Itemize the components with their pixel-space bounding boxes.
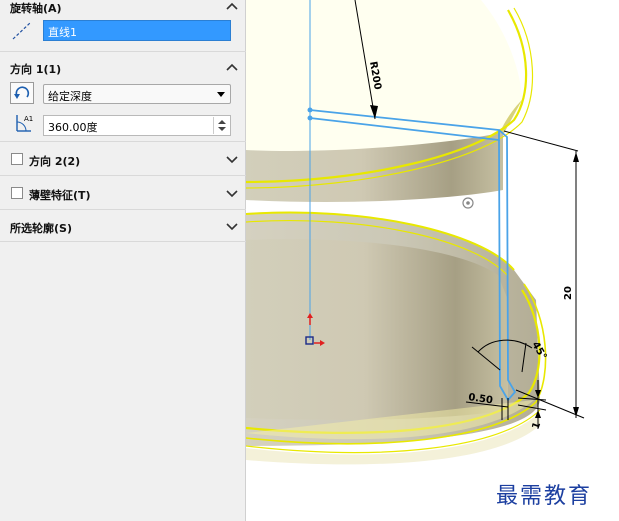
property-manager-panel: 旋转轴(A) 直线1 方向 1(1) 给定深度 A1 360.00度 方向 2(… [0,0,246,521]
chevron-down-icon [217,92,225,97]
direction2-section-title[interactable]: 方向 2(2) [29,153,80,169]
chevron-down-icon[interactable] [226,220,238,232]
angle-value: 360.00度 [48,121,98,134]
height-dimension[interactable]: 20 [563,286,574,300]
axis-section: 旋转轴(A) 直线1 [0,0,246,52]
direction2-checkbox[interactable] [11,153,23,165]
angle-spinner[interactable] [213,117,229,134]
direction1-section: 方向 1(1) 给定深度 A1 360.00度 [0,52,246,142]
reverse-direction-icon[interactable] [10,82,34,104]
chevron-down-icon[interactable] [226,187,238,199]
axis-section-title[interactable]: 旋转轴(A) [10,0,62,16]
selected-contours-section: 所选轮廓(S) [0,210,246,242]
selected-contours-section-title[interactable]: 所选轮廓(S) [10,220,72,236]
axis-value: 直线1 [48,26,77,39]
chevron-up-icon[interactable] [226,61,238,73]
angle-icon: A1 [11,112,35,134]
thin-feature-section-title[interactable]: 薄壁特征(T) [29,187,91,203]
thin-feature-section: 薄壁特征(T) [0,176,246,210]
direction1-section-title[interactable]: 方向 1(1) [10,61,61,77]
chevron-down-icon[interactable] [226,153,238,165]
graphics-area[interactable]: R200 20 45° 0.50 1 [245,0,619,521]
thin-feature-checkbox[interactable] [11,187,23,199]
end-condition-dropdown[interactable]: 给定深度 [43,84,231,104]
line-axis-icon [10,20,34,42]
axis-selection-field[interactable]: 直线1 [43,20,231,41]
rotate-cursor-icon [462,197,474,209]
angle-input[interactable]: 360.00度 [43,115,231,136]
svg-text:A1: A1 [24,115,33,123]
model-view: R200 20 45° 0.50 1 [245,0,585,465]
watermark-text: 最需教育 [496,484,593,509]
end-condition-value: 给定深度 [48,90,92,103]
chevron-up-icon[interactable] [226,0,238,12]
direction2-section: 方向 2(2) [0,142,246,176]
